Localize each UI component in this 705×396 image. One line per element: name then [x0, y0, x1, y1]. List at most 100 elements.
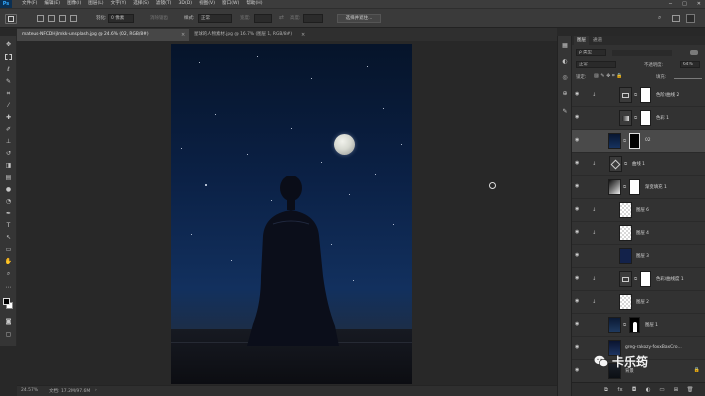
quick-mask-icon[interactable]: ◙ — [4, 318, 13, 326]
history-brush-tool-icon[interactable]: ↺ — [4, 150, 13, 158]
layer-name[interactable]: 图层 3 — [636, 253, 649, 259]
healing-brush-tool-icon[interactable]: ✚ — [4, 114, 13, 122]
new-selection-icon[interactable] — [37, 15, 44, 22]
layer-row[interactable]: ◉ ↓ 图层 2 — [572, 291, 705, 314]
style-select[interactable]: 正常 — [198, 14, 232, 23]
new-group-folder-icon[interactable]: ▭ — [658, 386, 666, 394]
visibility-eye-icon[interactable]: ◉ — [575, 276, 582, 281]
layer-row[interactable]: ◉ ↓ 图层 6 — [572, 199, 705, 222]
layer-row[interactable]: ◉ 图层 3 — [572, 245, 705, 268]
visibility-eye-icon[interactable]: ◉ — [575, 230, 582, 235]
search-icon[interactable]: ⌕ — [658, 14, 661, 22]
eraser-tool-icon[interactable]: ◨ — [4, 162, 13, 170]
visibility-eye-icon[interactable]: ◉ — [575, 322, 582, 327]
adjustments-icon[interactable]: ◎ — [561, 74, 569, 82]
close-window-button[interactable]: ✕ — [697, 0, 701, 8]
fill-slider[interactable] — [674, 78, 702, 79]
lock-icons[interactable]: ▨ ✎ ✥ ⌗ 🔒 — [594, 73, 623, 79]
visibility-eye-icon[interactable]: ◉ — [575, 253, 582, 258]
layer-row[interactable]: ◉ ⧉ 渐变填充 1 — [572, 176, 705, 199]
layer-mask[interactable] — [629, 179, 640, 195]
tab-close-icon[interactable]: × — [301, 29, 305, 41]
layer-row[interactable]: ◉ ↓ ⧉ 色阶/曲线 2 — [572, 84, 705, 107]
maximize-button[interactable]: □ — [682, 0, 687, 8]
new-layer-icon[interactable]: ⊞ — [672, 386, 680, 394]
status-menu-arrow[interactable]: › — [95, 388, 97, 393]
menu-filter[interactable]: 滤镜(T) — [156, 0, 172, 8]
menu-window[interactable]: 窗口(W) — [222, 0, 239, 8]
type-tool-icon[interactable]: T — [4, 222, 13, 230]
lasso-tool-icon[interactable]: ℓ — [4, 66, 13, 74]
layer-mask[interactable] — [640, 110, 651, 126]
height-input[interactable] — [303, 14, 323, 23]
layer-name[interactable]: 02 — [645, 138, 651, 143]
select-and-mask-button[interactable]: 选择并遮住... — [337, 14, 381, 23]
layer-mask[interactable] — [629, 133, 640, 149]
layer-name[interactable]: 色彩/曲线度 1 — [656, 276, 684, 282]
antialias-checkbox[interactable]: 消除锯齿 — [150, 15, 168, 21]
path-select-tool-icon[interactable]: ↖ — [4, 234, 13, 242]
menu-select[interactable]: 选择(S) — [133, 0, 149, 8]
layer-mask[interactable] — [640, 271, 651, 287]
screen-mode-icon[interactable]: ▢ — [4, 331, 13, 339]
visibility-eye-icon[interactable]: ◉ — [575, 92, 582, 97]
rectangle-tool-icon[interactable]: ▭ — [4, 246, 13, 254]
link-layers-icon[interactable]: ⧉ — [602, 386, 610, 394]
move-tool-icon[interactable]: ✥ — [4, 41, 13, 49]
opacity-input[interactable]: 64% — [680, 61, 700, 68]
layer-row[interactable]: ◉ ↓ ⧉ 曲线 1 — [572, 153, 705, 176]
visibility-eye-icon[interactable]: ◉ — [575, 207, 582, 212]
tab-layers[interactable]: 图层 — [574, 36, 589, 45]
chain-icon[interactable]: ⧉ — [623, 184, 626, 190]
chain-icon[interactable]: ⧉ — [624, 161, 627, 167]
minimize-button[interactable]: ─ — [669, 0, 672, 8]
hand-tool-icon[interactable]: ✋ — [4, 258, 13, 266]
kind-filter-select[interactable]: ρ 类型 — [576, 49, 606, 56]
layer-name[interactable]: 曲线 1 — [632, 161, 645, 167]
chain-icon[interactable]: ⧉ — [623, 138, 626, 144]
chain-icon[interactable]: ⧉ — [634, 92, 637, 98]
dodge-tool-icon[interactable]: ◔ — [4, 198, 13, 206]
layer-mask[interactable] — [640, 87, 651, 103]
layer-row[interactable]: ◉ ↓ 图层 4 — [572, 222, 705, 245]
layer-name[interactable]: 图层 4 — [636, 230, 649, 236]
workspace-icon[interactable] — [672, 15, 680, 22]
menu-help[interactable]: 帮助(H) — [246, 0, 262, 8]
intersect-selection-icon[interactable] — [70, 15, 77, 22]
zoom-level[interactable]: 24.57% — [21, 388, 38, 393]
history-icon[interactable]: ▦ — [561, 42, 569, 50]
add-mask-icon[interactable]: ◘ — [630, 386, 638, 394]
tab-channels[interactable]: 通道 — [590, 36, 605, 45]
clone-stamp-tool-icon[interactable]: ⊥ — [4, 138, 13, 146]
pen-tool-icon[interactable]: ✒ — [4, 210, 13, 218]
visibility-eye-icon[interactable]: ◉ — [575, 138, 582, 143]
quick-select-tool-icon[interactable]: ✎ — [4, 78, 13, 86]
layer-row[interactable]: ◉ ↓ ⧉ 色彩/曲线度 1 — [572, 268, 705, 291]
chain-icon[interactable]: ⧉ — [623, 322, 626, 328]
canvas-area[interactable] — [17, 41, 557, 385]
zoom-tool-icon[interactable]: ⌕ — [4, 270, 13, 278]
layer-name[interactable]: 渐变填充 1 — [645, 184, 667, 190]
visibility-eye-icon[interactable]: ◉ — [575, 184, 582, 189]
menu-3d[interactable]: 3D(D) — [178, 0, 192, 8]
visibility-eye-icon[interactable]: ◉ — [575, 161, 582, 166]
layer-row-selected[interactable]: ◉ ⧉ 02 — [572, 130, 705, 153]
swap-icon[interactable]: ⇄ — [279, 14, 284, 21]
layer-name[interactable]: 色阶/曲线 2 — [656, 92, 679, 98]
chain-icon[interactable]: ⧉ — [634, 115, 637, 121]
gradient-tool-icon[interactable]: ▤ — [4, 174, 13, 182]
menu-file[interactable]: 文件(F) — [22, 0, 37, 8]
layer-name[interactable]: 图层 6 — [636, 207, 649, 213]
add-selection-icon[interactable] — [48, 15, 55, 22]
visibility-eye-icon[interactable]: ◉ — [575, 345, 582, 350]
menu-edit[interactable]: 编辑(E) — [44, 0, 60, 8]
filter-icons[interactable] — [612, 50, 672, 56]
new-adjustment-icon[interactable]: ◐ — [644, 386, 652, 394]
subtract-selection-icon[interactable] — [59, 15, 66, 22]
document-image[interactable] — [171, 44, 412, 384]
blur-tool-icon[interactable]: ● — [4, 186, 13, 194]
crop-tool-icon[interactable]: ⌗ — [4, 90, 13, 98]
foreground-color-swatch[interactable] — [3, 298, 10, 305]
feather-input[interactable]: 0 像素 — [108, 14, 134, 23]
layer-name[interactable]: greg-rakozy-foxxBaxCro... — [625, 345, 682, 350]
